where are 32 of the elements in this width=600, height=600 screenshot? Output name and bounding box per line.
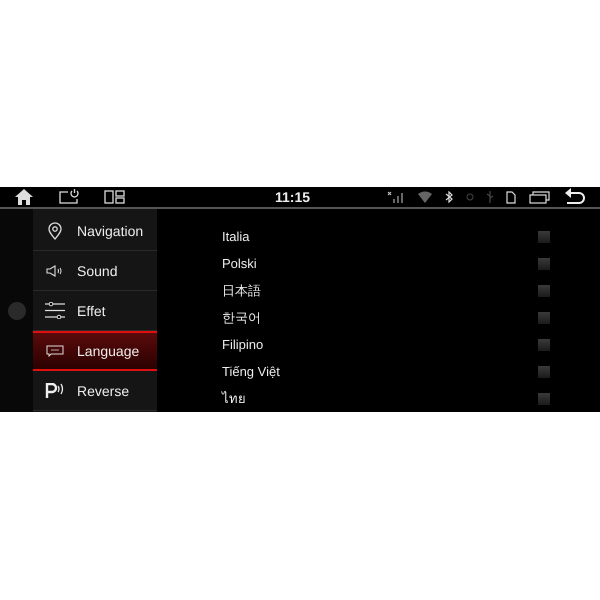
checkbox[interactable]	[538, 392, 550, 404]
language-option[interactable]: 한국어	[222, 308, 261, 326]
language-option[interactable]: Polski	[222, 256, 257, 271]
checkbox[interactable]	[538, 284, 550, 296]
home-icon[interactable]	[14, 188, 34, 206]
windows-icon[interactable]	[529, 190, 551, 204]
sidebar-item[interactable]: Sound	[33, 251, 157, 291]
sidebar-item[interactable]: Navigation	[33, 211, 157, 251]
language-option[interactable]: Filipino	[222, 337, 264, 352]
language-option[interactable]: Tiếng Việt	[222, 364, 280, 379]
text-bubble-icon	[45, 345, 65, 357]
bluetooth-icon	[445, 191, 453, 203]
sidebar-item[interactable]: Language	[33, 331, 157, 371]
parking-sensor-icon	[45, 382, 65, 398]
language-option[interactable]: Italia	[222, 229, 250, 244]
side-knob	[8, 302, 26, 320]
checkbox[interactable]	[538, 338, 550, 350]
checkbox[interactable]	[538, 312, 550, 324]
clock-time: 11:15	[275, 189, 310, 205]
screen-power-icon[interactable]	[58, 189, 80, 205]
sidebar-item[interactable]: Reverse	[33, 371, 157, 411]
language-option[interactable]: 日本語	[222, 282, 261, 300]
back-icon[interactable]	[564, 188, 586, 206]
sd-card-icon	[506, 190, 516, 204]
sliders-icon	[45, 302, 65, 319]
wifi-icon	[418, 191, 432, 203]
checkbox[interactable]	[538, 366, 550, 378]
checkbox[interactable]	[538, 230, 550, 242]
checkbox[interactable]	[538, 258, 550, 270]
language-option[interactable]: ไทย	[222, 388, 246, 409]
split-view-icon[interactable]	[104, 189, 126, 205]
signal-icon	[387, 191, 405, 203]
